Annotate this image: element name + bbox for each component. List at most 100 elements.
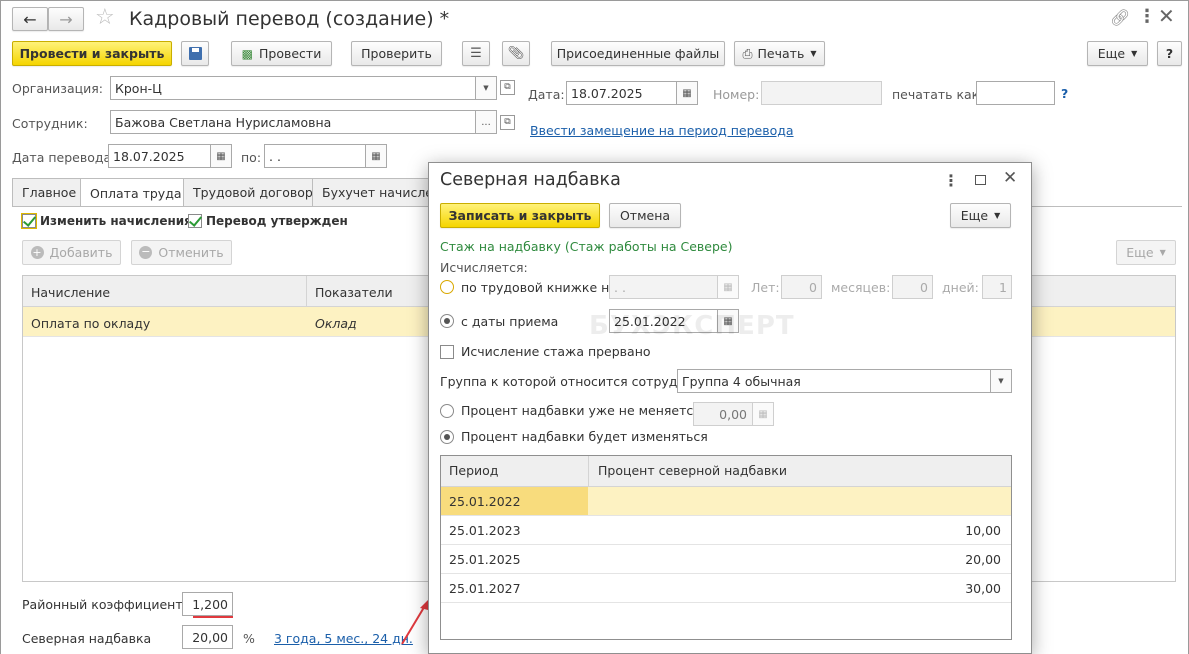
print-as-help[interactable]: ? — [1061, 86, 1068, 101]
changing-percent-label: Процент надбавки будет изменяться — [461, 429, 708, 444]
menu-dots-icon[interactable]: ⋮ — [943, 171, 959, 190]
table-row[interactable] — [441, 545, 1011, 574]
approved-checkbox[interactable]: Перевод утвержден — [188, 214, 348, 228]
print-button[interactable]: ⎙ Печать ▼ — [734, 41, 825, 66]
organization-field[interactable]: Крон-Ц ▼ — [110, 76, 497, 100]
percent-unit: % — [243, 631, 255, 646]
attach-button[interactable]: 📎︎ — [502, 41, 530, 66]
calculator-icon: ▦ — [758, 408, 768, 420]
percent-cell: 10,00 — [965, 523, 1001, 538]
days-label: дней: — [942, 280, 979, 295]
column-header-accrual[interactable]: Начисление — [31, 285, 110, 300]
employee-label: Сотрудник: — [12, 116, 88, 131]
link-icon[interactable]: 🔗︎ — [1110, 8, 1130, 27]
from-hire-date-radio[interactable] — [440, 314, 454, 328]
chevron-down-icon: ▼ — [998, 377, 1004, 385]
calendar-icon: ▦ — [682, 87, 692, 99]
interrupted-checkbox[interactable]: Исчисление стажа прервано — [440, 344, 651, 359]
tab-main[interactable]: Главное — [12, 178, 87, 206]
number-label: Номер: — [713, 87, 760, 102]
more-button[interactable]: Еще ▼ — [1087, 41, 1148, 66]
northern-allowance-field[interactable]: 20,00 — [182, 625, 233, 649]
dialog-title: Северная надбавка — [440, 170, 621, 190]
add-button[interactable]: + Добавить — [22, 240, 121, 265]
group-field[interactable]: Группа 4 обычная ▼ — [677, 369, 1012, 393]
grid-more-button[interactable]: Еще ▼ — [1116, 240, 1176, 265]
print-as-field[interactable] — [976, 81, 1055, 105]
table-row[interactable] — [441, 516, 1011, 545]
by-work-book-label: по трудовой книжке на — [461, 280, 617, 295]
close-icon[interactable]: ✕ — [1003, 168, 1017, 188]
employee-field[interactable]: Бажова Светлана Нурисламовна ... — [110, 110, 497, 134]
regional-coefficient-field[interactable]: 1,200 — [182, 592, 233, 616]
close-icon[interactable]: ✕ — [1158, 4, 1175, 28]
calendar-icon: ▦ — [371, 150, 381, 162]
check-button[interactable]: Проверить — [351, 41, 442, 66]
accrual-cell: Оплата по окладу — [31, 316, 151, 331]
by-work-book-radio[interactable] — [440, 280, 454, 294]
checkbox-icon — [21, 213, 37, 229]
calendar-button[interactable]: ▦ — [365, 144, 387, 168]
list-button[interactable]: ☰ — [462, 41, 490, 66]
years-field: 0 — [781, 275, 822, 299]
paperclip-icon: 📎︎ — [507, 46, 525, 61]
substitution-link[interactable]: Ввести замещение на период перевода — [530, 123, 794, 138]
open-icon[interactable]: ⧉ — [500, 115, 515, 130]
organization-label: Организация: — [12, 81, 103, 96]
save-and-close-button[interactable]: Записать и закрыть — [440, 203, 600, 228]
select-button[interactable]: ... — [475, 110, 497, 134]
tab-pay[interactable]: Оплата труда — [80, 178, 192, 207]
fixed-percent-label: Процент надбавки уже не меняется — [461, 403, 701, 418]
post-button[interactable]: ▩ Провести — [231, 41, 332, 66]
back-button[interactable]: ← — [12, 7, 48, 31]
tab-accounting[interactable]: Бухучет начислен — [312, 178, 430, 206]
tab-contract[interactable]: Трудовой договор — [183, 178, 323, 206]
help-button[interactable]: ? — [1157, 41, 1182, 66]
attached-files-button[interactable]: Присоединенные файлы — [551, 41, 725, 66]
dialog-more-button[interactable]: Еще ▼ — [950, 203, 1011, 228]
maximize-icon[interactable] — [975, 175, 986, 185]
annotation-arrow — [401, 600, 428, 645]
column-header-indicators[interactable]: Показатели — [315, 285, 393, 300]
column-header-period[interactable]: Период — [449, 463, 498, 478]
chevron-down-icon: ▼ — [810, 49, 817, 58]
post-and-close-button[interactable]: Провести и закрыть — [12, 41, 172, 66]
months-field: 0 — [892, 275, 933, 299]
print-as-label: печатать как: — [892, 87, 984, 102]
period-cell: 25.01.2023 — [449, 523, 521, 538]
calendar-button: ▦ — [717, 275, 739, 299]
calendar-button[interactable]: ▦ — [210, 144, 232, 168]
arrow-left-icon: ← — [23, 9, 37, 29]
years-label: Лет: — [751, 280, 780, 295]
cancel-accrual-button[interactable]: − Отменить — [131, 240, 232, 265]
transfer-date-field[interactable]: 18.07.2025 ▦ — [108, 144, 232, 168]
chevron-down-icon: ▼ — [483, 84, 489, 92]
days-field: 1 — [982, 275, 1012, 299]
save-button[interactable] — [181, 41, 209, 66]
favorite-star-icon[interactable]: ☆ — [95, 5, 115, 30]
changing-percent-radio[interactable] — [440, 430, 454, 444]
date-field[interactable]: 18.07.2025 ▦ — [566, 81, 698, 105]
dropdown-button[interactable]: ▼ — [475, 76, 497, 100]
table-row[interactable] — [441, 574, 1011, 603]
to-date-field[interactable]: . . ▦ — [264, 144, 387, 168]
red-underline — [193, 616, 233, 618]
cancel-button[interactable]: Отмена — [609, 203, 681, 228]
northern-allowance-label: Северная надбавка — [22, 631, 152, 646]
fixed-percent-field: 0,00 ▦ — [693, 402, 774, 426]
forward-button[interactable]: → — [48, 7, 84, 31]
calendar-button[interactable]: ▦ — [676, 81, 698, 105]
change-accruals-checkbox[interactable]: Изменить начисления — [21, 213, 192, 229]
menu-dots-icon[interactable]: ⋮ — [1138, 6, 1156, 27]
period-cell: 25.01.2027 — [449, 581, 521, 596]
group-label: Группа к которой относится сотрудник: — [440, 374, 706, 389]
plus-circle-icon: + — [30, 246, 44, 259]
checkbox-icon — [440, 344, 454, 359]
arrow-right-icon: → — [59, 9, 73, 29]
column-header-percent[interactable]: Процент северной надбавки — [598, 463, 787, 478]
fixed-percent-radio[interactable] — [440, 404, 454, 418]
dropdown-button[interactable]: ▼ — [990, 369, 1012, 393]
checkbox-icon — [188, 214, 202, 228]
open-icon[interactable]: ⧉ — [500, 80, 515, 95]
chevron-down-icon: ▼ — [994, 211, 1001, 220]
